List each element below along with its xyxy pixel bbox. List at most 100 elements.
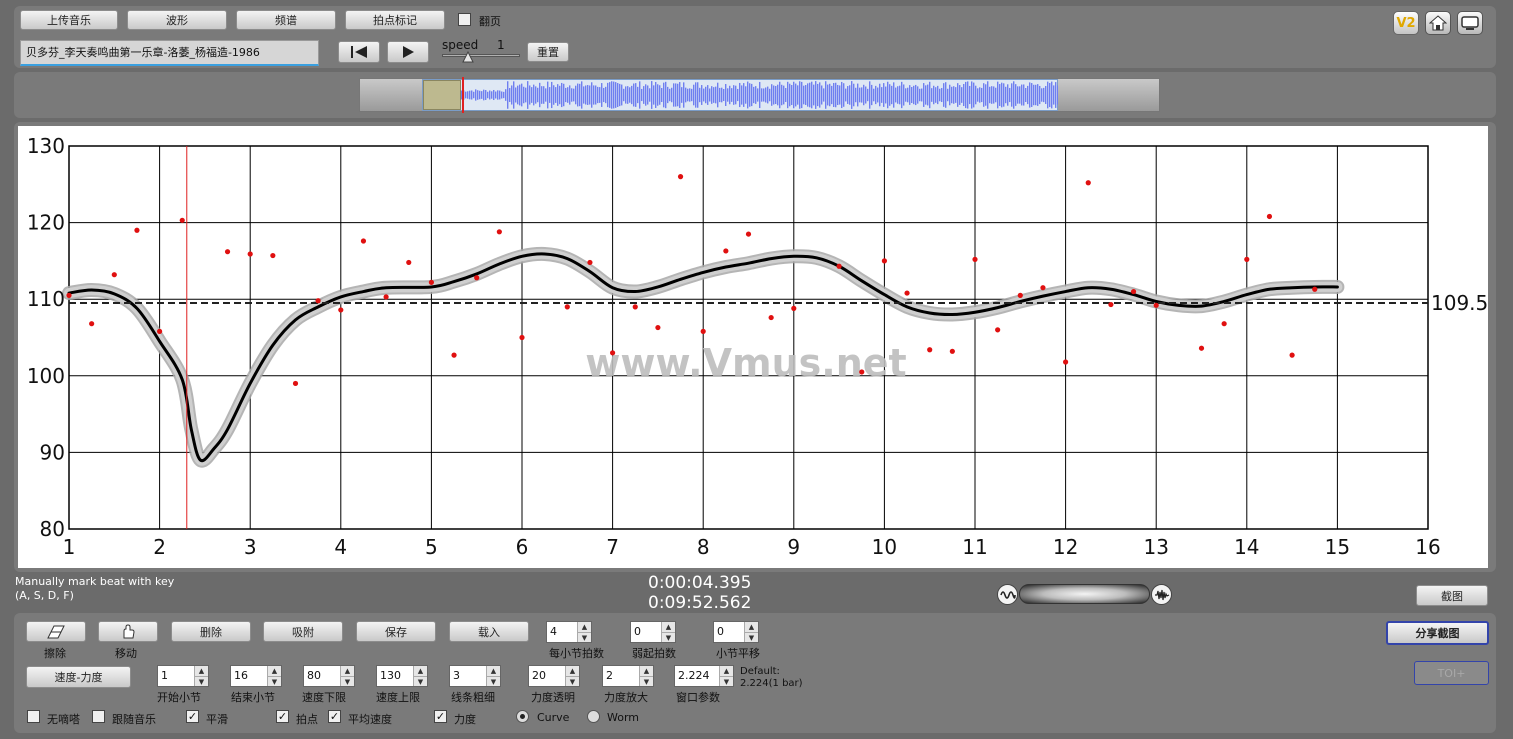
waveform-bar — [981, 87, 983, 103]
page-turn-checkbox[interactable] — [458, 13, 471, 26]
follow-music-checkbox[interactable] — [92, 710, 105, 723]
window-param-stepper[interactable]: 2.224 ▲ ▼ — [674, 665, 734, 687]
beat-point — [655, 324, 661, 331]
screenshot-button[interactable]: 截图 — [1416, 585, 1488, 606]
toi-button[interactable]: TOI+ — [1414, 661, 1489, 685]
smooth-checkbox[interactable]: ✓ — [186, 710, 199, 723]
no-metronome-checkbox[interactable] — [27, 710, 40, 723]
volume-slider[interactable] — [1019, 584, 1150, 604]
beat-point — [157, 328, 163, 334]
beats-per-bar-stepper[interactable]: 4 ▲ ▼ — [546, 621, 592, 643]
x-tick-label: 13 — [1143, 535, 1168, 559]
waveform-bar — [891, 85, 893, 105]
version-badge[interactable]: V2 — [1393, 11, 1419, 35]
end-bar-stepper[interactable]: 16 ▲ ▼ — [230, 665, 282, 687]
waveform-bar — [651, 81, 653, 109]
waveform-bar — [705, 86, 707, 104]
waveform-bar — [579, 83, 581, 107]
track-title-field[interactable]: 贝多芬_李天奏鸣曲第一乐章-洛萎_杨福造-1986 — [20, 40, 319, 66]
beats-checkbox[interactable]: ✓ — [276, 710, 289, 723]
waveform-bar — [893, 82, 895, 108]
curve-radio[interactable] — [516, 710, 529, 723]
wave-high-button[interactable] — [1151, 584, 1172, 605]
waveform-bar — [745, 86, 747, 104]
snap-button[interactable]: 吸附 — [263, 621, 343, 642]
waveform-bar — [649, 88, 651, 102]
home-button[interactable] — [1425, 11, 1451, 35]
waveform-bar — [807, 83, 809, 107]
tempo-max-value[interactable]: 130 — [377, 666, 413, 686]
beat-mark-button[interactable]: 拍点标记 — [345, 10, 445, 30]
end-bar-value[interactable]: 16 — [231, 666, 267, 686]
start-bar-value[interactable]: 1 — [158, 666, 194, 686]
beat-point — [1063, 359, 1069, 365]
x-tick-label: 8 — [697, 535, 710, 559]
load-button[interactable]: 载入 — [449, 621, 529, 642]
waveform-bar — [581, 81, 583, 109]
waveform-bar — [851, 81, 853, 109]
fullscreen-button[interactable] — [1457, 11, 1483, 35]
save-button[interactable]: 保存 — [356, 621, 436, 642]
spectrum-button[interactable]: 频谱 — [236, 10, 336, 30]
dynamics-opacity-stepper[interactable]: 20 ▲ ▼ — [528, 665, 580, 687]
wave-low-button[interactable] — [997, 584, 1018, 605]
waveform-bar — [881, 87, 883, 103]
speed-slider-thumb[interactable] — [462, 51, 474, 63]
tempo-chart[interactable]: www.Vmus.net 109.5 1 2 3 4 5 6 7 8 9 10 11 12 13 14 15… — [18, 126, 1488, 568]
worm-radio[interactable] — [587, 710, 600, 723]
rewind-button[interactable] — [338, 41, 380, 63]
waveform-bar — [565, 87, 567, 103]
tempo-max-stepper[interactable]: 130 ▲ ▼ — [376, 665, 428, 687]
tempo-min-stepper[interactable]: 80 ▲ ▼ — [303, 665, 355, 687]
waveform-bar — [835, 82, 837, 108]
pickup-beats-value[interactable]: 0 — [631, 622, 661, 642]
dynamics-scale-value[interactable]: 2 — [603, 666, 639, 686]
waveform-button[interactable]: 波形 — [127, 10, 227, 30]
waveform-bar — [815, 81, 817, 109]
beat-point — [247, 251, 253, 257]
waveform-bar — [715, 86, 717, 104]
waveform-bar — [677, 83, 679, 107]
waveform-bar — [1021, 84, 1023, 106]
dynamics-scale-stepper[interactable]: 2 ▲ ▼ — [602, 665, 654, 687]
start-bar-stepper[interactable]: 1 ▲ ▼ — [157, 665, 209, 687]
worm-label: Worm — [607, 711, 640, 724]
waveform-bar — [549, 87, 551, 103]
waveform-bar — [471, 90, 473, 100]
waveform-bar — [989, 86, 991, 104]
speed-slider[interactable] — [442, 54, 520, 57]
delete-button[interactable]: 删除 — [171, 621, 251, 642]
share-screenshot-button[interactable]: 分享截图 — [1386, 621, 1489, 645]
dynamics-checkbox[interactable]: ✓ — [434, 710, 447, 723]
line-width-stepper[interactable]: 3 ▲ ▼ — [449, 665, 501, 687]
window-param-value[interactable]: 2.224 — [675, 666, 719, 686]
waveform-bar — [739, 82, 741, 108]
play-button[interactable] — [387, 41, 429, 63]
waveform-bar — [609, 82, 611, 108]
tempo-dynamics-button[interactable]: 速度-力度 — [26, 666, 131, 688]
beat-point — [1085, 180, 1091, 186]
pickup-beats-stepper[interactable]: 0 ▲ ▼ — [630, 621, 676, 643]
waveform-bar — [725, 84, 727, 106]
waveform-bar — [795, 83, 797, 107]
tempo-min-value[interactable]: 80 — [304, 666, 340, 686]
speed-label: speed — [442, 38, 479, 52]
move-button[interactable] — [98, 621, 158, 642]
waveform-bar — [1035, 84, 1037, 106]
bar-shift-stepper[interactable]: 0 ▲ ▼ — [713, 621, 759, 643]
dynamics-opacity-value[interactable]: 20 — [529, 666, 565, 686]
beats-per-bar-value[interactable]: 4 — [547, 622, 577, 642]
waveform-bar — [503, 91, 505, 99]
upload-music-button[interactable]: 上传音乐 — [20, 10, 118, 30]
y-tick-label: 120 — [27, 211, 65, 235]
waveform-bar — [1041, 88, 1043, 102]
avg-tempo-checkbox[interactable]: ✓ — [328, 710, 341, 723]
overview-playhead[interactable] — [462, 77, 464, 113]
waveform-bar — [695, 82, 697, 108]
waveform-bar — [1051, 81, 1053, 109]
x-tick-label: 5 — [425, 535, 438, 559]
line-width-value[interactable]: 3 — [450, 666, 486, 686]
reset-button[interactable]: 重置 — [527, 42, 569, 62]
erase-button[interactable] — [26, 621, 86, 642]
bar-shift-value[interactable]: 0 — [714, 622, 744, 642]
